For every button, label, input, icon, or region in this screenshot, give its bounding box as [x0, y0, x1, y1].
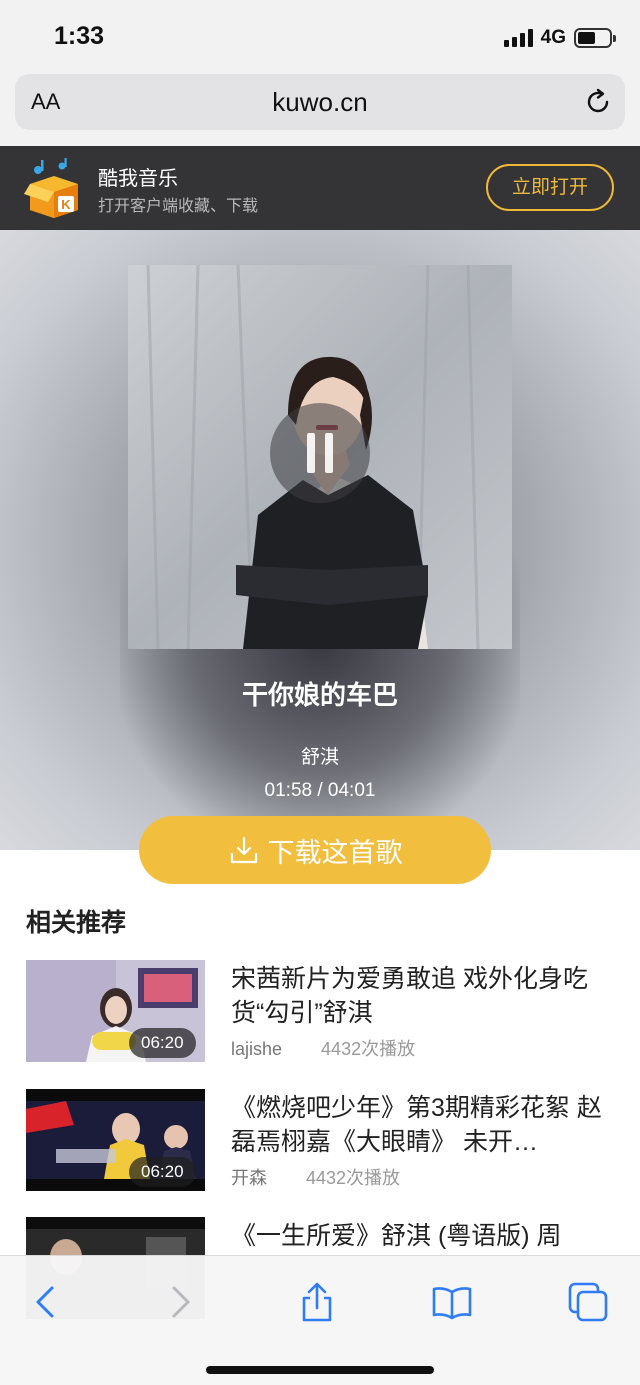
browser-top-bar: AA kuwo.cn [0, 74, 640, 146]
pause-button[interactable] [270, 403, 370, 503]
pause-icon [307, 433, 315, 473]
play-count: 4432次播放 [306, 1168, 401, 1188]
kuwo-logo-icon: K [24, 158, 78, 218]
address-bar[interactable]: AA kuwo.cn [15, 74, 625, 130]
section-title: 相关推荐 [26, 909, 127, 937]
list-item[interactable]: 06:20 《燃烧吧少年》第3期精彩花絮 赵磊焉栩嘉《大眼睛》 未开… 开森 4… [0, 1089, 640, 1193]
share-icon[interactable] [295, 1280, 339, 1324]
svg-text:K: K [61, 197, 71, 212]
uploader-name: lajishe [231, 1039, 283, 1059]
uploader-name: 开森 [231, 1168, 267, 1188]
duration-badge: 06:20 [129, 1028, 196, 1058]
video-title[interactable]: 《一生所爱》舒淇 (粤语版) 周 [231, 1219, 616, 1253]
status-icons: 4G [503, 27, 616, 49]
video-title[interactable]: 《燃烧吧少年》第3期精彩花絮 赵磊焉栩嘉《大眼睛》 未开… [231, 1091, 616, 1159]
browser-toolbar [0, 1255, 640, 1385]
open-app-button[interactable]: 立即打开 [486, 164, 614, 211]
tabs-icon[interactable] [566, 1280, 610, 1324]
url-text[interactable]: kuwo.cn [15, 87, 625, 118]
download-song-button[interactable]: 下载这首歌 [139, 816, 491, 884]
player-area: 干你娘的车巴 舒淇 01:58 / 04:01 [0, 230, 640, 850]
song-title: 干你娘的车巴 [241, 680, 398, 710]
reload-icon[interactable] [583, 87, 613, 117]
back-icon[interactable] [24, 1280, 68, 1324]
status-time: 1:33 [54, 22, 105, 50]
list-item[interactable]: 06:20 宋茜新片为爱勇敢追 戏外化身吃货“勾引”舒淇 lajishe 443… [0, 960, 640, 1064]
status-bar: 1:33 4G [0, 0, 640, 74]
battery-icon [574, 28, 616, 48]
download-label: 下载这首歌 [267, 837, 403, 868]
artist-name[interactable]: 舒淇 [0, 742, 640, 769]
video-meta: lajishe 4432次播放 [231, 1035, 415, 1061]
signal-icon [503, 29, 533, 47]
forward-icon[interactable] [158, 1280, 202, 1324]
home-indicator [206, 1366, 434, 1374]
network-label: 4G [540, 27, 566, 48]
video-meta: 开森 4432次播放 [231, 1164, 400, 1190]
app-name: 酷我音乐 [98, 168, 178, 190]
duration-badge: 06:20 [129, 1157, 196, 1187]
bookmarks-icon[interactable] [430, 1280, 474, 1324]
app-subtitle: 打开客户端收藏、下载 [98, 198, 259, 215]
play-count: 4432次播放 [321, 1039, 416, 1059]
app-download-banner: K 酷我音乐 打开客户端收藏、下载 立即打开 [0, 146, 640, 230]
video-title[interactable]: 宋茜新片为爱勇敢追 戏外化身吃货“勾引”舒淇 [231, 962, 616, 1030]
playback-time: 01:58 / 04:01 [264, 780, 376, 801]
download-icon [230, 836, 257, 864]
